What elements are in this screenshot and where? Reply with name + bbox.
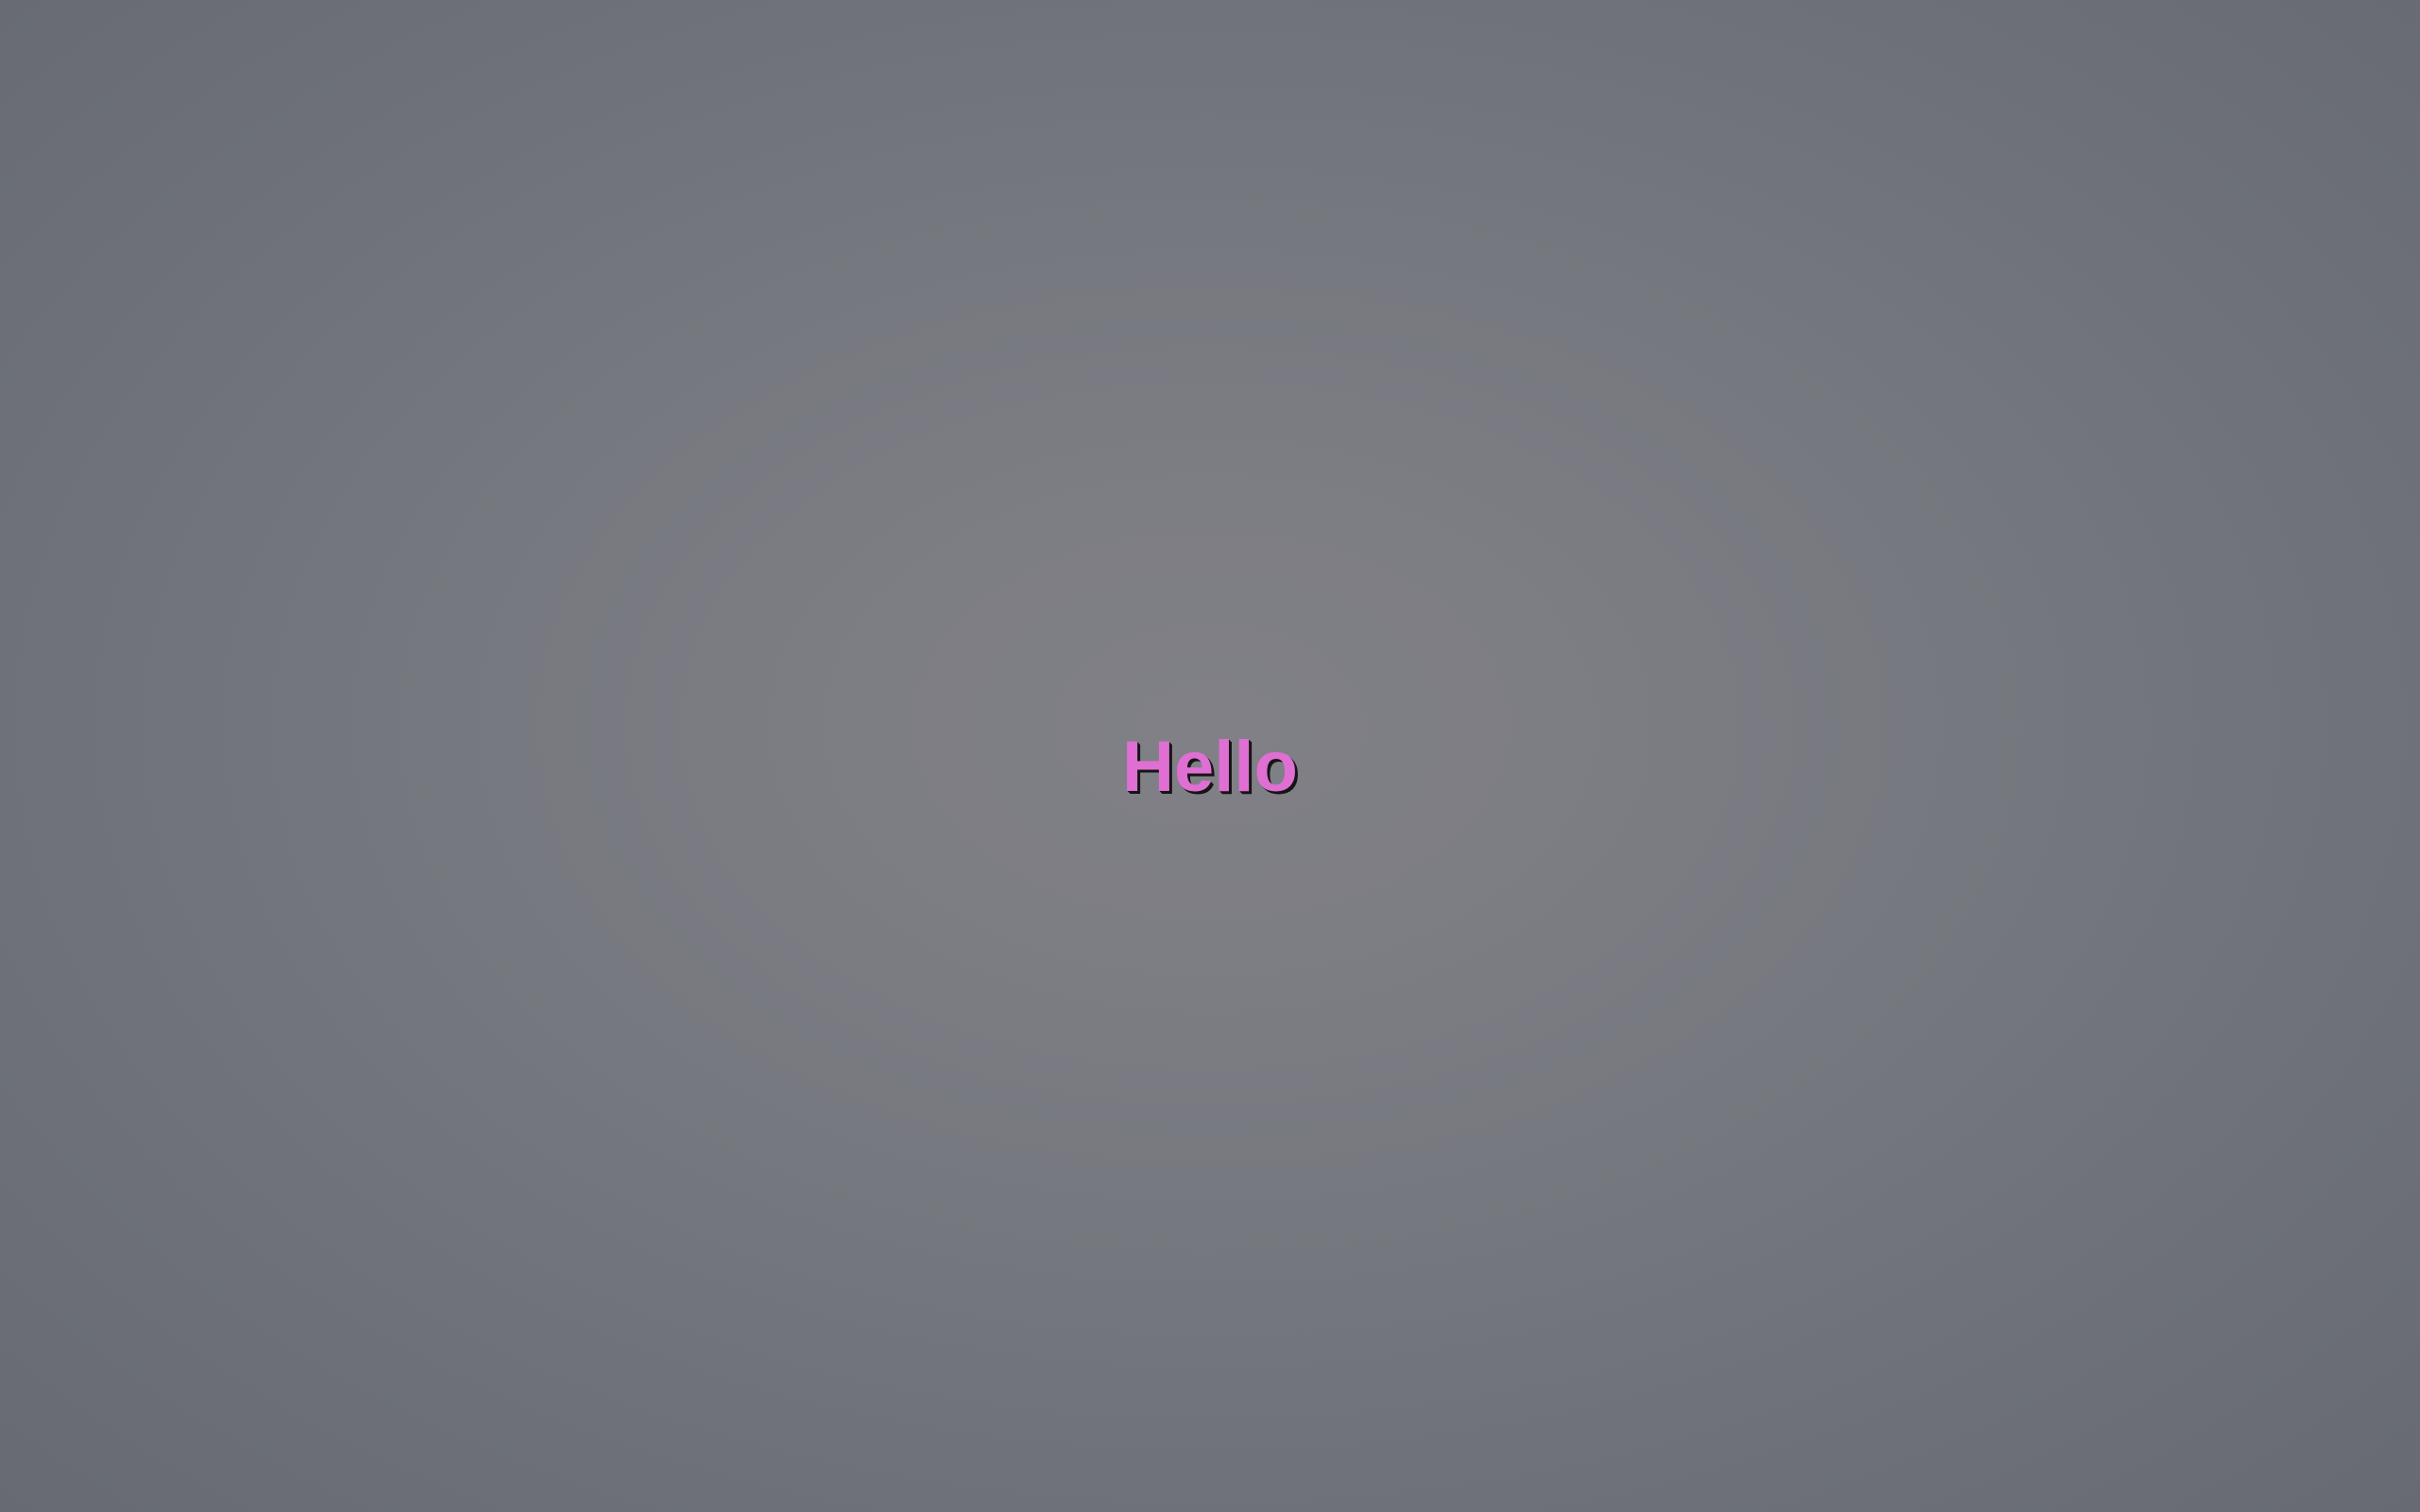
desktop-background: Hello [0,0,2420,1512]
greeting-text: Hello [1122,727,1298,807]
